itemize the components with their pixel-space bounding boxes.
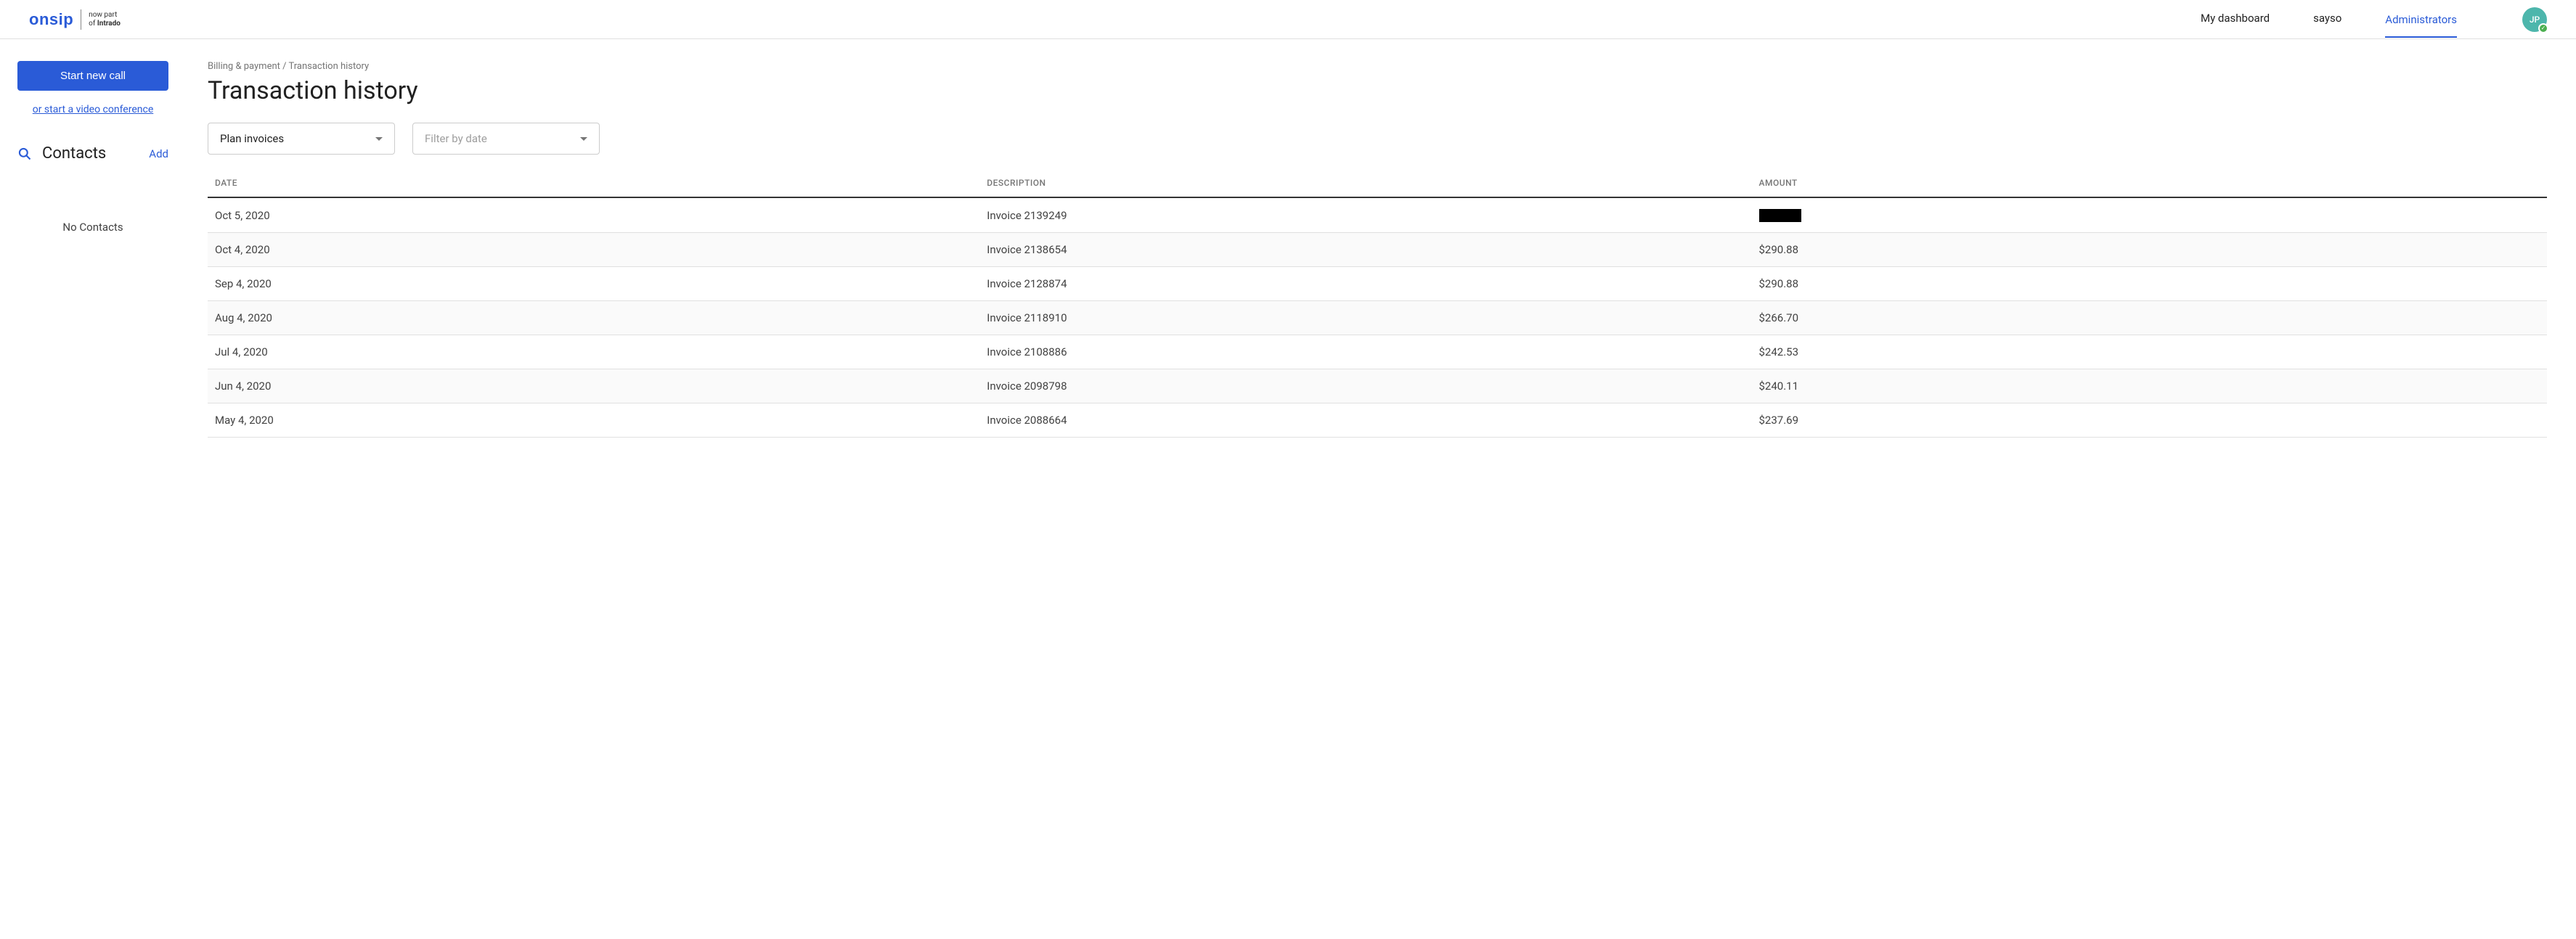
start-call-button[interactable]: Start new call <box>17 61 168 91</box>
filter-date-placeholder: Filter by date <box>425 132 487 145</box>
logo-main: onsip <box>29 10 73 29</box>
table-row[interactable]: Oct 4, 2020Invoice 2138654$290.88 <box>208 233 2547 267</box>
cell-amount: $237.69 <box>1752 403 2548 438</box>
contacts-left: Contacts <box>17 144 106 163</box>
table-row[interactable]: Oct 5, 2020Invoice 2139249 <box>208 197 2547 233</box>
nav-administrators[interactable]: Administrators <box>2385 13 2457 38</box>
cell-description: Invoice 2128874 <box>979 267 1751 301</box>
cell-description: Invoice 2138654 <box>979 233 1751 267</box>
cell-amount: $290.88 <box>1752 233 2548 267</box>
sidebar: Start new call or start a video conferen… <box>0 39 186 459</box>
logo-sub-line1: now part <box>89 11 121 20</box>
layout: Start new call or start a video conferen… <box>0 39 2576 459</box>
col-header-description: DESCRIPTION <box>979 169 1751 197</box>
cell-date: Oct 5, 2020 <box>208 197 979 233</box>
cell-date: Jul 4, 2020 <box>208 335 979 369</box>
breadcrumb: Billing & payment / Transaction history <box>208 61 2547 72</box>
cell-description: Invoice 2108886 <box>979 335 1751 369</box>
video-conference-link[interactable]: or start a video conference <box>17 104 168 115</box>
chevron-down-icon <box>580 137 587 141</box>
cell-date: Oct 4, 2020 <box>208 233 979 267</box>
cell-description: Invoice 2088664 <box>979 403 1751 438</box>
cell-description: Invoice 2139249 <box>979 197 1751 233</box>
nav-sayso[interactable]: sayso <box>2313 12 2341 28</box>
presence-check-icon <box>2538 23 2548 33</box>
transactions-table: DATE DESCRIPTION AMOUNT Oct 5, 2020Invoi… <box>208 169 2547 438</box>
table-row[interactable]: Jun 4, 2020Invoice 2098798$240.11 <box>208 369 2547 403</box>
cell-date: May 4, 2020 <box>208 403 979 438</box>
top-header: onsip now part of Intrado My dashboard s… <box>0 0 2576 39</box>
cell-amount: $290.88 <box>1752 267 2548 301</box>
cell-date: Aug 4, 2020 <box>208 301 979 335</box>
cell-date: Jun 4, 2020 <box>208 369 979 403</box>
cell-date: Sep 4, 2020 <box>208 267 979 301</box>
col-header-date: DATE <box>208 169 979 197</box>
logo-sub-line2: of Intrado <box>89 20 121 28</box>
col-header-amount: AMOUNT <box>1752 169 2548 197</box>
cell-amount: $266.70 <box>1752 301 2548 335</box>
contacts-title: Contacts <box>42 144 106 163</box>
logo-subtitle: now part of Intrado <box>89 11 121 28</box>
redacted-amount <box>1759 209 1801 222</box>
cell-description: Invoice 2098798 <box>979 369 1751 403</box>
table-row[interactable]: May 4, 2020Invoice 2088664$237.69 <box>208 403 2547 438</box>
plan-invoices-select[interactable]: Plan invoices <box>208 123 395 155</box>
cell-description: Invoice 2118910 <box>979 301 1751 335</box>
search-icon[interactable] <box>17 147 32 161</box>
main-content: Billing & payment / Transaction history … <box>186 39 2576 459</box>
page-title: Transaction history <box>208 76 2547 105</box>
cell-amount <box>1752 197 2548 233</box>
no-contacts-text: No Contacts <box>17 221 168 234</box>
logo-area: onsip now part of Intrado <box>29 9 121 30</box>
avatar-wrap[interactable]: JP <box>2522 7 2547 32</box>
table-row[interactable]: Sep 4, 2020Invoice 2128874$290.88 <box>208 267 2547 301</box>
top-nav: My dashboard sayso Administrators JP <box>2201 7 2547 32</box>
filters: Plan invoices Filter by date <box>208 123 2547 155</box>
chevron-down-icon <box>375 137 383 141</box>
filter-date-select[interactable]: Filter by date <box>412 123 600 155</box>
contacts-header: Contacts Add <box>17 144 168 163</box>
table-row[interactable]: Jul 4, 2020Invoice 2108886$242.53 <box>208 335 2547 369</box>
cell-amount: $240.11 <box>1752 369 2548 403</box>
table-row[interactable]: Aug 4, 2020Invoice 2118910$266.70 <box>208 301 2547 335</box>
cell-amount: $242.53 <box>1752 335 2548 369</box>
add-contact-link[interactable]: Add <box>149 147 168 160</box>
plan-invoices-value: Plan invoices <box>220 132 284 145</box>
nav-dashboard[interactable]: My dashboard <box>2201 12 2270 28</box>
